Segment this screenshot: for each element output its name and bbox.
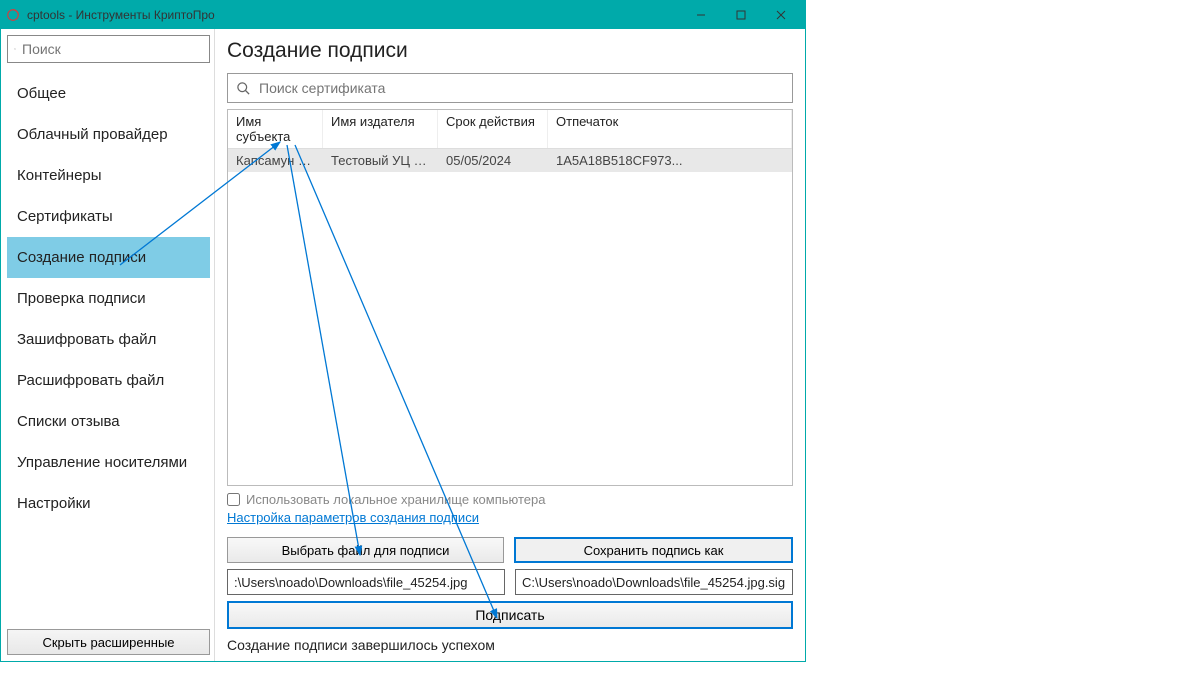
page-title: Создание подписи bbox=[227, 39, 793, 63]
choose-file-button[interactable]: Выбрать файл для подписи bbox=[227, 537, 504, 563]
nav-list: Общее Облачный провайдер Контейнеры Серт… bbox=[7, 73, 210, 629]
sidebar-item-decrypt-file[interactable]: Расшифровать файл bbox=[7, 360, 210, 401]
search-icon bbox=[14, 42, 16, 56]
sidebar-item-encrypt-file[interactable]: Зашифровать файл bbox=[7, 319, 210, 360]
table-header: Имя субъекта Имя издателя Срок действия … bbox=[228, 110, 792, 149]
cell-issuer: Тестовый УЦ ОО... bbox=[323, 149, 438, 172]
input-file-path[interactable] bbox=[227, 569, 505, 595]
certificate-search-input[interactable] bbox=[259, 80, 784, 96]
main-panel: Создание подписи Имя субъекта Имя издате… bbox=[215, 29, 805, 661]
maximize-button[interactable] bbox=[721, 1, 761, 29]
sidebar-item-cloud-provider[interactable]: Облачный провайдер bbox=[7, 114, 210, 155]
app-icon bbox=[5, 7, 21, 23]
sidebar-item-create-signature[interactable]: Создание подписи bbox=[7, 237, 210, 278]
sidebar-item-certificates[interactable]: Сертификаты bbox=[7, 196, 210, 237]
local-store-row: Использовать локальное хранилище компьют… bbox=[227, 492, 793, 507]
minimize-button[interactable] bbox=[681, 1, 721, 29]
cell-fingerprint: 1A5A18B518CF973... bbox=[548, 149, 792, 172]
sidebar-item-revocation-lists[interactable]: Списки отзыва bbox=[7, 401, 210, 442]
body-area: Общее Облачный провайдер Контейнеры Серт… bbox=[1, 29, 805, 661]
certificate-search[interactable] bbox=[227, 73, 793, 103]
sidebar-item-general[interactable]: Общее bbox=[7, 73, 210, 114]
sidebar: Общее Облачный провайдер Контейнеры Серт… bbox=[1, 29, 215, 661]
col-issuer[interactable]: Имя издателя bbox=[323, 110, 438, 148]
titlebar: cptools - Инструменты КриптоПро bbox=[1, 1, 805, 29]
sidebar-item-containers[interactable]: Контейнеры bbox=[7, 155, 210, 196]
sidebar-search[interactable] bbox=[7, 35, 210, 63]
file-buttons-row: Выбрать файл для подписи Сохранить подпи… bbox=[227, 537, 793, 563]
hide-extended-button[interactable]: Скрыть расширенные bbox=[7, 629, 210, 655]
col-fingerprint[interactable]: Отпечаток bbox=[548, 110, 792, 148]
status-message: Создание подписи завершилось успехом bbox=[227, 637, 793, 653]
cell-expiry: 05/05/2024 bbox=[438, 149, 548, 172]
close-button[interactable] bbox=[761, 1, 801, 29]
app-window: cptools - Инструменты КриптоПро Общее Об… bbox=[0, 0, 806, 662]
table-row[interactable]: Капсамун Пр... Тестовый УЦ ОО... 05/05/2… bbox=[228, 149, 792, 172]
search-icon bbox=[236, 81, 251, 96]
col-expiry[interactable]: Срок действия bbox=[438, 110, 548, 148]
certificate-table: Имя субъекта Имя издателя Срок действия … bbox=[227, 109, 793, 486]
sidebar-item-verify-signature[interactable]: Проверка подписи bbox=[7, 278, 210, 319]
window-controls bbox=[681, 1, 801, 29]
params-link-row: Настройка параметров создания подписи bbox=[227, 509, 793, 527]
window-title: cptools - Инструменты КриптоПро bbox=[27, 8, 681, 22]
output-file-path[interactable] bbox=[515, 569, 793, 595]
cell-subject: Капсамун Пр... bbox=[228, 149, 323, 172]
col-subject[interactable]: Имя субъекта bbox=[228, 110, 323, 148]
sidebar-item-settings[interactable]: Настройки bbox=[7, 483, 210, 524]
sidebar-search-input[interactable] bbox=[22, 41, 203, 57]
path-inputs-row bbox=[227, 569, 793, 595]
local-store-label: Использовать локальное хранилище компьют… bbox=[246, 492, 545, 507]
sign-button[interactable]: Подписать bbox=[227, 601, 793, 629]
local-store-checkbox[interactable] bbox=[227, 493, 240, 506]
sidebar-item-media-management[interactable]: Управление носителями bbox=[7, 442, 210, 483]
save-signature-as-button[interactable]: Сохранить подпись как bbox=[514, 537, 793, 563]
signature-params-link[interactable]: Настройка параметров создания подписи bbox=[227, 510, 479, 525]
